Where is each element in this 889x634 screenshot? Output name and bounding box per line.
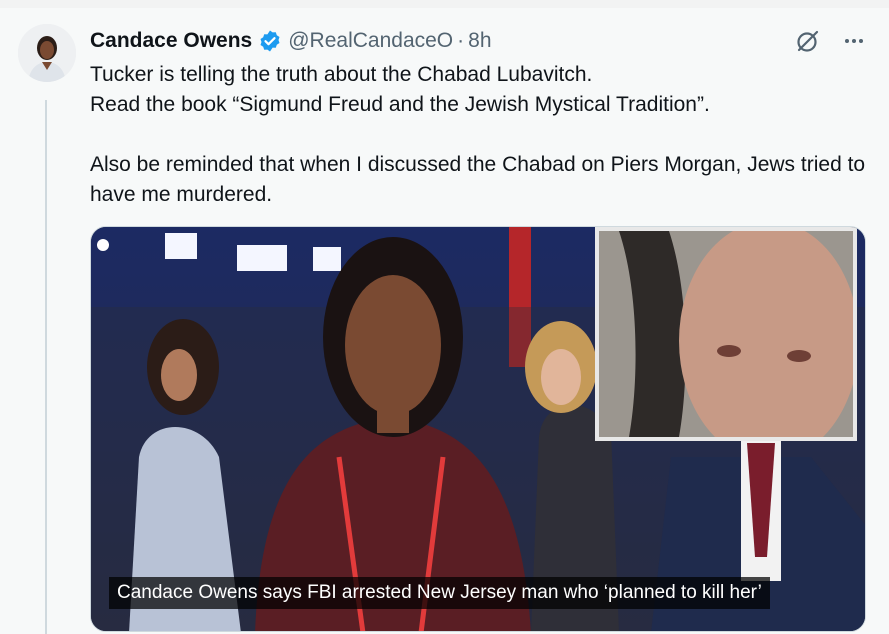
- inset-video: [595, 227, 857, 441]
- video-media[interactable]: Candace Owens says FBI arrested New Jers…: [90, 226, 866, 632]
- author-name[interactable]: Candace Owens: [90, 29, 252, 53]
- video-caption: Candace Owens says FBI arrested New Jers…: [109, 577, 770, 609]
- grok-icon[interactable]: [793, 26, 823, 56]
- tweet[interactable]: Candace Owens @RealCandaceO · 8h Tucker …: [0, 8, 889, 634]
- avatar-column: [18, 24, 76, 82]
- verified-badge-icon: [258, 29, 282, 53]
- avatar[interactable]: [18, 24, 76, 82]
- separator-dot: ·: [457, 29, 465, 52]
- tweet-text: Tucker is telling the truth about the Ch…: [90, 63, 866, 206]
- timestamp[interactable]: 8h: [468, 29, 491, 53]
- page: Candace Owens @RealCandaceO · 8h Tucker …: [0, 0, 889, 634]
- author-handle[interactable]: @RealCandaceO: [288, 29, 453, 53]
- thread-line: [45, 100, 47, 634]
- tweet-header: Candace Owens @RealCandaceO · 8h: [90, 26, 869, 56]
- top-divider: [0, 0, 889, 8]
- header-actions: [793, 26, 869, 56]
- more-icon[interactable]: [839, 26, 869, 56]
